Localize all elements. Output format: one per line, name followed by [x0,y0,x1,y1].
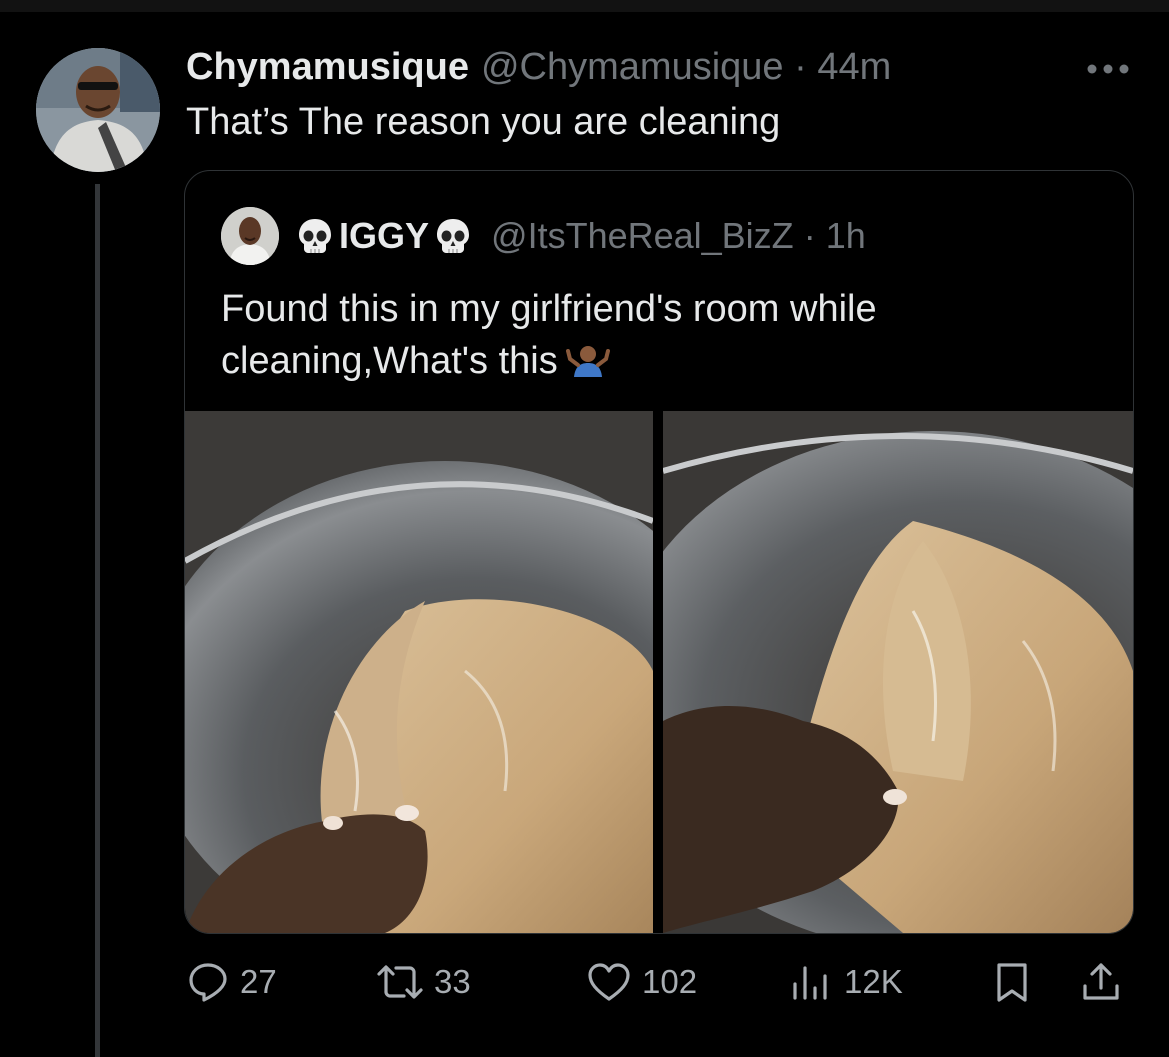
author-display-name[interactable]: Chymamusique [186,46,469,89]
quoted-tweet-card[interactable]: IGGY @ItsTheReal_BizZ · 1h Found this in… [184,170,1134,934]
quoted-handle[interactable]: @ItsTheReal_BizZ [491,215,794,256]
quoted-timestamp[interactable]: 1h [826,215,866,256]
retweet-icon [377,965,423,999]
quoted-tweet-header: IGGY @ItsTheReal_BizZ · 1h [295,213,866,259]
author-avatar[interactable] [36,48,160,172]
quoted-author-avatar[interactable] [221,207,279,265]
reply-count: 27 [240,963,277,1000]
quoted-separator: · [803,215,816,256]
like-button[interactable]: 102 [586,952,697,1012]
reply-button[interactable]: 27 [186,952,277,1012]
thread-connector-line [95,184,100,1057]
views-button[interactable]: 12K [788,952,903,1012]
quoted-media-grid [185,411,1133,933]
media-photo-1 [185,411,653,933]
person-shrugging-emoji-icon [565,346,610,377]
views-count: 12K [844,963,903,1000]
bookmark-button[interactable] [992,952,1042,1012]
quoted-text-content: Found this in my girlfriend's room while… [221,288,877,382]
media-image-2[interactable] [663,411,1133,933]
tweet-text: That’s The reason you are cleaning [186,101,781,143]
share-icon [1083,963,1119,1000]
share-button[interactable] [1080,952,1132,1012]
media-image-1[interactable] [185,411,653,933]
author-handle[interactable]: @Chymamusique [481,46,784,88]
more-options-icon[interactable] [1086,62,1130,76]
meta-separator: · [794,45,807,88]
retweet-count: 33 [434,963,471,1000]
quoted-meta: @ItsTheReal_BizZ · 1h [491,215,866,257]
skull-emoji-icon [437,219,470,253]
heart-icon [588,963,630,1001]
tweet-timestamp[interactable]: 44m [817,46,891,88]
reply-icon [189,963,227,1002]
skull-emoji-icon [299,219,331,253]
retweet-button[interactable]: 33 [376,952,471,1012]
author-avatar-photo [36,48,160,172]
tweet-header: Chymamusique @Chymamusique · 44m [186,44,891,90]
quoted-display-name[interactable]: IGGY [339,215,429,257]
views-icon [793,966,827,1000]
quoted-avatar-photo [221,207,279,265]
media-photo-2 [663,411,1133,933]
tweet-action-bar: 27 33 102 12K [186,952,1132,1012]
bookmark-icon [997,963,1027,1002]
top-edge-strip [0,0,1169,12]
author-meta: @Chymamusique · 44m [481,46,891,89]
quoted-tweet-text: Found this in my girlfriend's room while… [221,283,1101,387]
like-count: 102 [642,963,698,1000]
